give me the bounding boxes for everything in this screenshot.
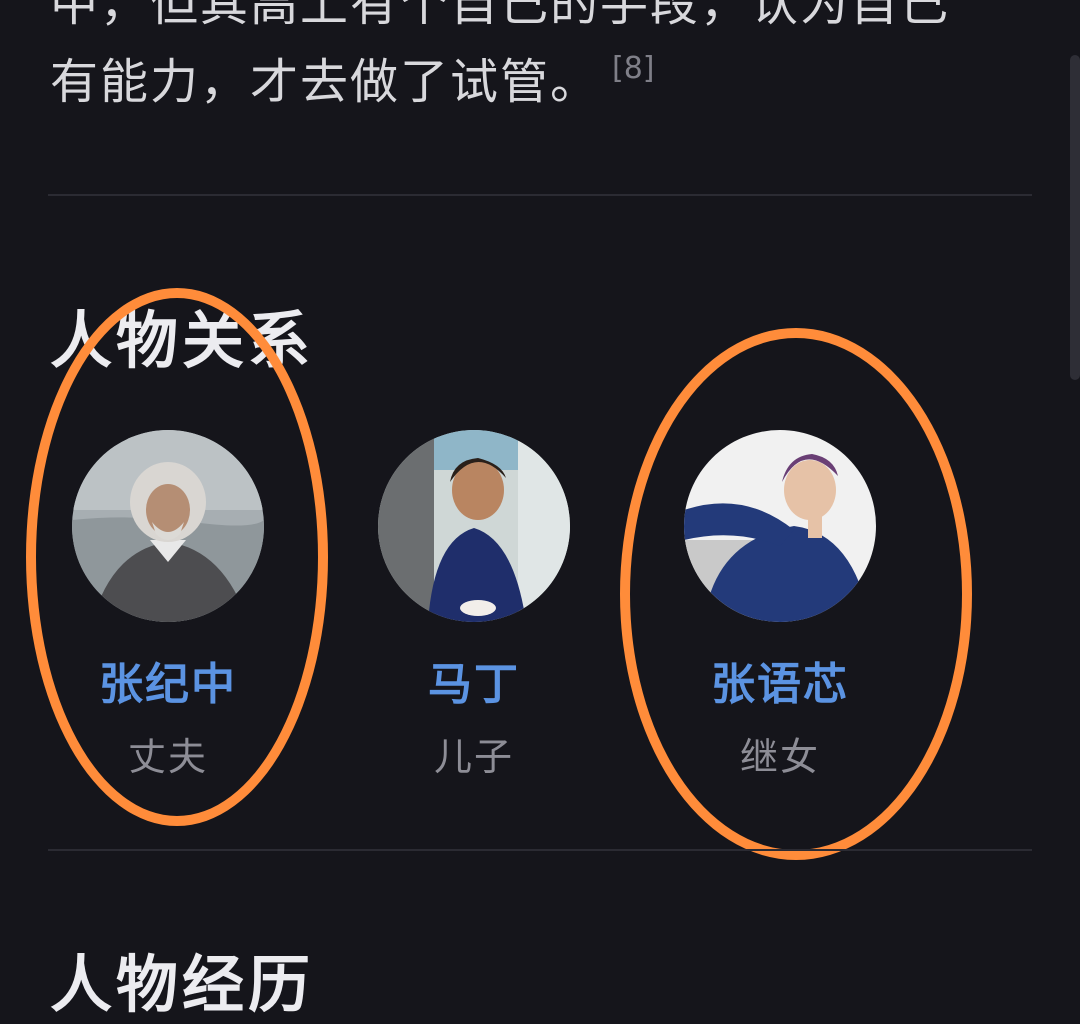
article-text: 有能力，才去做了试管。	[50, 54, 601, 110]
clipped-article-text: 中，但其高上有个自己的手段，认为自己	[50, 0, 951, 32]
avatar-photo[interactable]	[684, 430, 876, 622]
person-card-husband[interactable]: 张纪中 丈夫	[68, 430, 268, 781]
person-relation: 丈夫	[127, 735, 208, 779]
person-card-stepdaughter[interactable]: 张语芯 继女	[680, 430, 880, 781]
section-divider	[48, 194, 1032, 196]
person-relation: 儿子	[433, 735, 514, 779]
avatar-photo[interactable]	[378, 430, 570, 622]
scrollbar[interactable]	[1070, 55, 1080, 380]
citation-link[interactable]: [8]	[612, 51, 655, 86]
person-card-son[interactable]: 马丁 儿子	[374, 430, 574, 781]
person-relation: 继女	[739, 735, 820, 779]
section-title-relations: 人物关系	[50, 304, 315, 377]
person-name[interactable]: 张语芯	[680, 648, 880, 712]
article-paragraph-end: 有能力，才去做了试管。 [8]	[50, 42, 655, 112]
person-name[interactable]: 张纪中	[68, 648, 268, 712]
avatar-photo[interactable]	[72, 430, 264, 622]
section-divider	[48, 849, 1032, 851]
section-title-experience: 人物经历	[50, 948, 315, 1021]
person-name[interactable]: 马丁	[374, 648, 574, 712]
